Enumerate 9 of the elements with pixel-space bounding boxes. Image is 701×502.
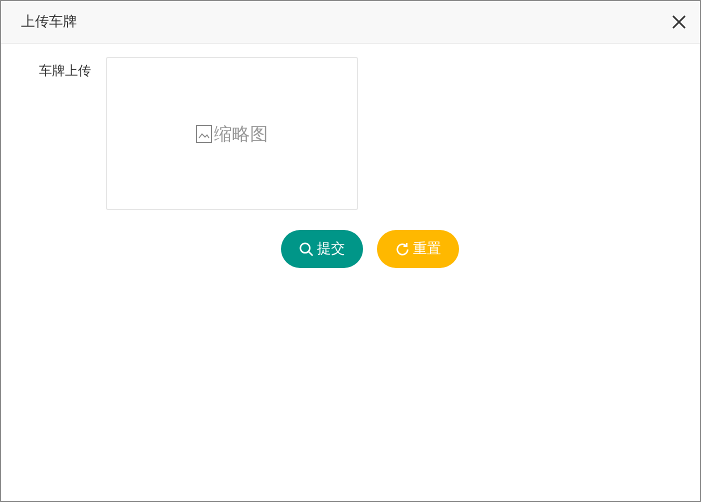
thumbnail-alt-text: 缩略图: [214, 122, 268, 146]
close-button[interactable]: [672, 15, 686, 29]
broken-image-icon: [196, 124, 212, 142]
field-label: 车牌上传: [38, 63, 92, 81]
search-icon: [299, 242, 314, 256]
close-icon: [672, 15, 686, 29]
window-title: 上传车牌: [21, 13, 77, 31]
submit-button[interactable]: 提交: [281, 230, 363, 268]
refresh-icon: [395, 242, 410, 256]
